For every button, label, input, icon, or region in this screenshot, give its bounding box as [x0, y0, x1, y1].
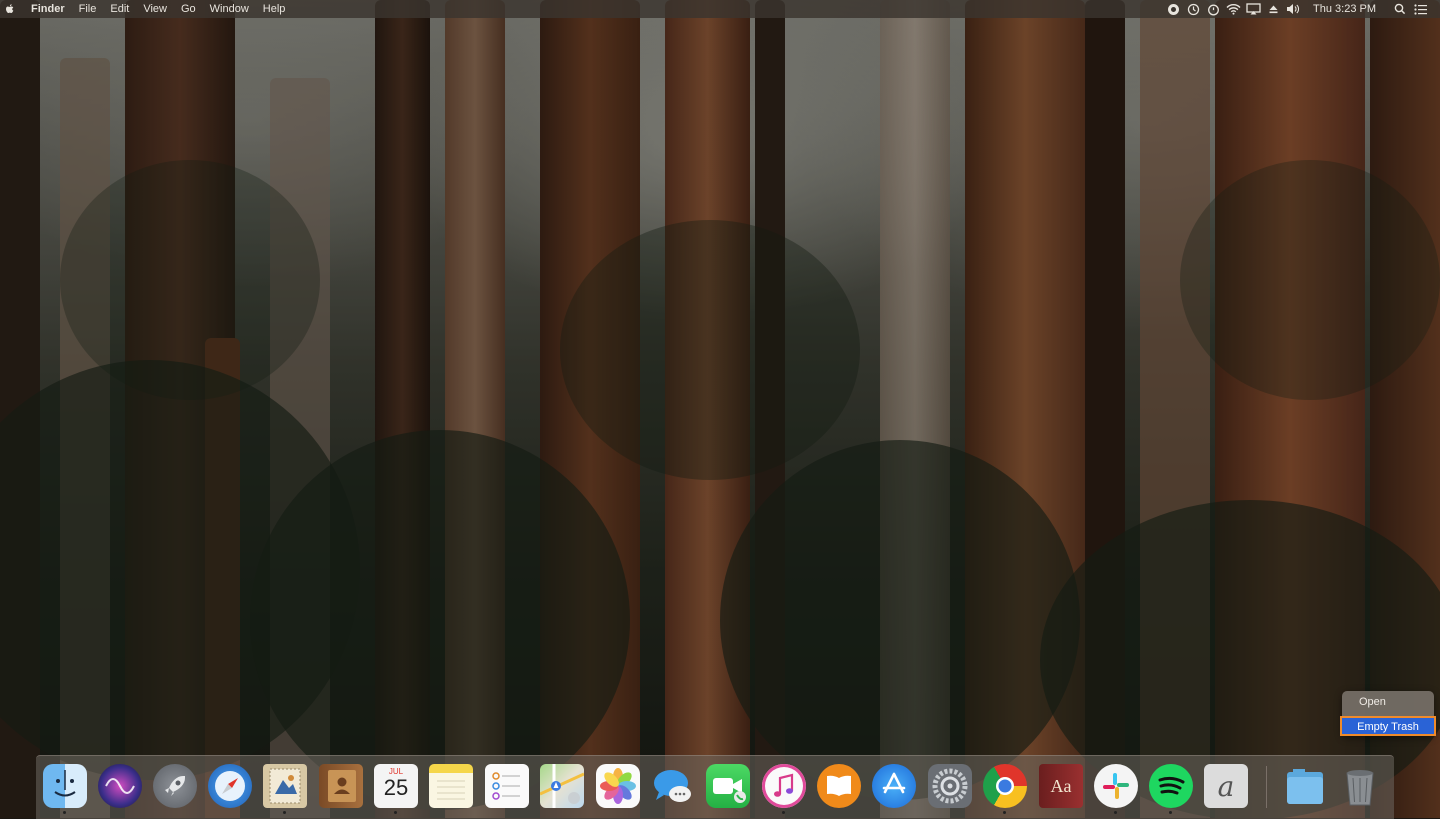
trash-can-icon	[1338, 764, 1382, 808]
trash-context-menu: Open Empty Trash	[1340, 691, 1436, 736]
notification-center-icon[interactable]	[1410, 0, 1430, 18]
dock: JUL 25 Aa a	[36, 755, 1394, 819]
dock-dictionary[interactable]: Aa	[1038, 763, 1084, 809]
spotlight-search-icon[interactable]	[1390, 0, 1410, 18]
photos-flower-icon	[596, 764, 640, 808]
script-glyph: a	[1217, 769, 1235, 803]
dictionary-glyph: Aa	[1050, 775, 1072, 796]
rocket-icon	[153, 764, 197, 808]
dock-safari[interactable]	[207, 763, 253, 809]
desktop-wallpaper	[0, 0, 1440, 818]
airplay-icon[interactable]	[1243, 0, 1263, 18]
menu-file[interactable]: File	[72, 0, 104, 18]
dock-messages[interactable]	[650, 763, 696, 809]
dock-script-editor[interactable]: a	[1203, 763, 1249, 809]
speech-bubbles-icon	[651, 764, 695, 808]
dock-contacts[interactable]	[318, 763, 364, 809]
calendar-day: 25	[383, 775, 409, 800]
menu-item-open[interactable]: Open	[1342, 693, 1434, 711]
eject-icon[interactable]	[1263, 0, 1283, 18]
gear-icon	[928, 764, 972, 808]
dock-launchpad[interactable]	[152, 763, 198, 809]
wifi-icon[interactable]	[1223, 0, 1243, 18]
dock-reminders[interactable]	[484, 763, 530, 809]
menu-bar: Finder File Edit View Go Window Help Thu…	[0, 0, 1440, 18]
dock-slack[interactable]	[1093, 763, 1139, 814]
dock-downloads-folder[interactable]	[1282, 763, 1328, 809]
timer-icon[interactable]	[1203, 0, 1223, 18]
open-book-icon	[817, 764, 861, 808]
dock-photos[interactable]	[595, 763, 641, 809]
dock-calendar[interactable]: JUL 25	[373, 763, 419, 814]
apple-menu-icon[interactable]	[4, 3, 16, 15]
menu-go[interactable]: Go	[174, 0, 203, 18]
map-icon	[540, 764, 584, 808]
menu-edit[interactable]: Edit	[103, 0, 136, 18]
notepad-icon	[429, 764, 473, 808]
time-machine-icon[interactable]	[1183, 0, 1203, 18]
dock-notes[interactable]	[428, 763, 474, 809]
menu-view[interactable]: View	[136, 0, 174, 18]
dock-app-store[interactable]	[871, 763, 917, 809]
folder-icon	[1283, 764, 1327, 808]
dock-siri[interactable]	[97, 763, 143, 809]
compass-icon	[208, 764, 252, 808]
menu-help[interactable]: Help	[256, 0, 293, 18]
script-icon: a	[1204, 764, 1248, 808]
dock-maps[interactable]	[539, 763, 585, 809]
finder-icon	[43, 764, 87, 808]
chrome-icon	[983, 764, 1027, 808]
menu-item-empty-trash[interactable]: Empty Trash	[1340, 716, 1436, 736]
dock-ibooks[interactable]	[816, 763, 862, 809]
calendar-icon: JUL 25	[374, 764, 418, 808]
dock-trash[interactable]	[1337, 763, 1383, 809]
menu-clock[interactable]: Thu 3:23 PM	[1303, 0, 1390, 18]
stamp-icon	[263, 764, 307, 808]
music-note-icon	[762, 764, 806, 808]
address-book-icon	[319, 764, 363, 808]
dock-mail[interactable]	[262, 763, 308, 814]
dock-separator	[1266, 766, 1267, 808]
dock-chrome[interactable]	[982, 763, 1028, 814]
dock-facetime[interactable]	[705, 763, 751, 809]
dock-itunes[interactable]	[761, 763, 807, 814]
menu-window[interactable]: Window	[203, 0, 256, 18]
video-camera-icon	[706, 764, 750, 808]
checklist-icon	[485, 764, 529, 808]
dock-finder[interactable]	[42, 763, 88, 814]
creative-cloud-icon[interactable]	[1163, 0, 1183, 18]
app-menu-finder[interactable]: Finder	[24, 0, 72, 18]
dictionary-icon: Aa	[1039, 764, 1083, 808]
app-store-icon	[872, 764, 916, 808]
dock-system-preferences[interactable]	[927, 763, 973, 809]
volume-icon[interactable]	[1283, 0, 1303, 18]
spotify-icon	[1149, 764, 1193, 808]
siri-icon	[98, 764, 142, 808]
slack-icon	[1094, 764, 1138, 808]
dock-spotify[interactable]	[1148, 763, 1194, 814]
